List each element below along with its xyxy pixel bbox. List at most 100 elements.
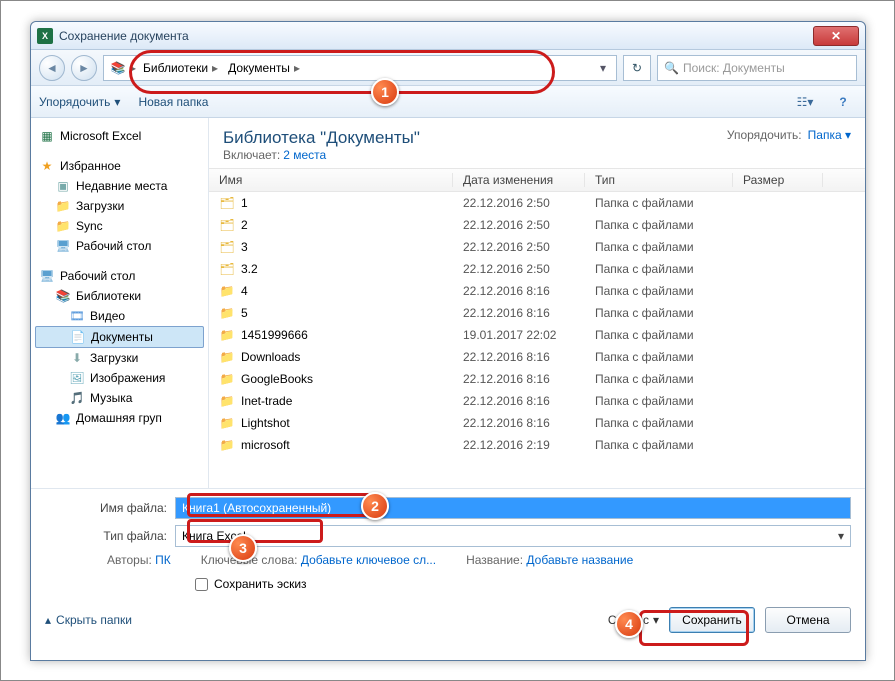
save-thumbnail-checkbox[interactable] — [195, 578, 208, 591]
file-date: 22.12.2016 8:16 — [463, 416, 595, 430]
sidebar-item-desktop[interactable]: 🖥 Рабочий стол — [35, 236, 204, 256]
desktop-icon: 🖥 — [55, 238, 71, 254]
file-type: Папка с файлами — [595, 240, 743, 254]
file-type: Папка с файлами — [595, 196, 743, 210]
file-row[interactable]: 📁microsoft22.12.2016 2:19Папка с файлами — [209, 434, 865, 456]
file-name: 3.2 — [241, 262, 463, 276]
file-row[interactable]: 📁422.12.2016 8:16Папка с файлами — [209, 280, 865, 302]
folder-icon: 📁 — [219, 393, 235, 409]
search-input[interactable]: 🔍 Поиск: Документы — [657, 55, 857, 81]
sidebar-item-music[interactable]: 🎵 Музыка — [35, 388, 204, 408]
file-row[interactable]: 🗂222.12.2016 2:50Папка с файлами — [209, 214, 865, 236]
sidebar-item-excel[interactable]: ▦ Microsoft Excel — [35, 126, 204, 146]
cancel-button[interactable]: Отмена — [765, 607, 851, 633]
file-list: 🗂122.12.2016 2:50Папка с файлами🗂222.12.… — [209, 192, 865, 488]
chevron-down-icon: ▾ — [838, 529, 844, 543]
sidebar-item-downloads2[interactable]: ⬇ Загрузки — [35, 348, 204, 368]
filename-input[interactable] — [175, 497, 851, 519]
search-placeholder: Поиск: Документы — [683, 61, 785, 75]
doc-title-value[interactable]: Добавьте название — [526, 553, 633, 567]
keywords-value[interactable]: Добавьте ключевое сл... — [301, 553, 436, 567]
file-name: GoogleBooks — [241, 372, 463, 386]
sidebar-item-homegroup[interactable]: 👥 Домашняя груп — [35, 408, 204, 428]
annotation-marker-2: 2 — [361, 492, 389, 520]
file-row[interactable]: 🗂3.222.12.2016 2:50Папка с файлами — [209, 258, 865, 280]
file-row[interactable]: 🗂122.12.2016 2:50Папка с файлами — [209, 192, 865, 214]
main-pane: Библиотека "Документы" Включает: 2 места… — [209, 118, 865, 488]
filename-label: Имя файла: — [45, 501, 175, 515]
file-type: Папка с файлами — [595, 218, 743, 232]
window-title: Сохранение документа — [59, 29, 813, 43]
file-row[interactable]: 📁Downloads22.12.2016 8:16Папка с файлами — [209, 346, 865, 368]
music-icon: 🎵 — [69, 390, 85, 406]
hide-folders-button[interactable]: ▴ Скрыть папки — [45, 613, 132, 627]
file-type: Папка с файлами — [595, 284, 743, 298]
file-row[interactable]: 📁Lightshot22.12.2016 8:16Папка с файлами — [209, 412, 865, 434]
sidebar-group-desktop[interactable]: 🖥 Рабочий стол — [35, 266, 204, 286]
toolbar: Упорядочить ▾ Новая папка ☷ ▾ ? — [31, 86, 865, 118]
folder-icon: 📁 — [219, 305, 235, 321]
help-button[interactable]: ? — [829, 91, 857, 113]
close-button[interactable]: ✕ — [813, 26, 859, 46]
sidebar-item-images[interactable]: 🖼 Изображения — [35, 368, 204, 388]
folder-icon: 📁 — [219, 327, 235, 343]
refresh-button[interactable]: ↻ — [623, 55, 651, 81]
sidebar-item-sync[interactable]: 📁 Sync — [35, 216, 204, 236]
authors-label: Авторы: — [107, 553, 152, 567]
folder-icon: 📁 — [219, 349, 235, 365]
titlebar: X Сохранение документа ✕ — [31, 22, 865, 50]
breadcrumb-item-libraries[interactable]: Библиотеки ▸ — [140, 61, 221, 75]
file-row[interactable]: 📁Inet-trade22.12.2016 8:16Папка с файлам… — [209, 390, 865, 412]
sort-value-link[interactable]: Папка ▾ — [808, 128, 851, 142]
file-date: 22.12.2016 2:50 — [463, 196, 595, 210]
sidebar-item-documents[interactable]: 📄 Документы — [35, 326, 204, 348]
chevron-down-icon: ▾ — [845, 128, 851, 142]
includes-label: Включает: — [223, 148, 280, 162]
sidebar-item-downloads[interactable]: 📁 Загрузки — [35, 196, 204, 216]
file-row[interactable]: 📁145199966619.01.2017 22:02Папка с файла… — [209, 324, 865, 346]
filetype-combo[interactable]: Книга Excel ▾ — [175, 525, 851, 547]
file-date: 22.12.2016 2:50 — [463, 218, 595, 232]
annotation-marker-4: 4 — [615, 610, 643, 638]
chevron-down-icon: ▾ — [114, 95, 120, 109]
authors-value[interactable]: ПК — [155, 553, 171, 567]
file-date: 22.12.2016 2:50 — [463, 240, 595, 254]
column-header-type[interactable]: Тип — [585, 173, 733, 187]
breadcrumb-bar[interactable]: 📚 ▸ Библиотеки ▸ Документы ▸ ▾ — [103, 55, 617, 81]
sidebar-item-video[interactable]: 🎞 Видео — [35, 306, 204, 326]
view-icon: ☷ — [797, 95, 808, 109]
folder-icon: 📁 — [55, 218, 71, 234]
file-row[interactable]: 🗂322.12.2016 2:50Папка с файлами — [209, 236, 865, 258]
arrow-left-icon: ◄ — [46, 61, 58, 75]
file-date: 22.12.2016 8:16 — [463, 284, 595, 298]
sidebar-item-libraries[interactable]: 📚 Библиотеки — [35, 286, 204, 306]
new-folder-button[interactable]: Новая папка — [138, 95, 208, 109]
file-date: 22.12.2016 8:16 — [463, 372, 595, 386]
column-header-size[interactable]: Размер — [733, 173, 823, 187]
doc-title-label: Название: — [466, 553, 523, 567]
file-type: Папка с файлами — [595, 372, 743, 386]
file-row[interactable]: 📁522.12.2016 8:16Папка с файлами — [209, 302, 865, 324]
recent-icon: ▣ — [55, 178, 71, 194]
breadcrumb-item-documents[interactable]: Документы ▸ — [225, 61, 303, 75]
view-options-button[interactable]: ☷ ▾ — [791, 91, 819, 113]
file-date: 22.12.2016 2:19 — [463, 438, 595, 452]
library-icon: 📚 — [110, 60, 126, 76]
folder-icon: 📁 — [219, 283, 235, 299]
back-button[interactable]: ◄ — [39, 55, 65, 81]
sidebar-item-recent[interactable]: ▣ Недавние места — [35, 176, 204, 196]
homegroup-icon: 👥 — [55, 410, 71, 426]
save-button[interactable]: Сохранить — [669, 607, 755, 633]
file-type: Папка с файлами — [595, 262, 743, 276]
file-row[interactable]: 📁GoogleBooks22.12.2016 8:16Папка с файла… — [209, 368, 865, 390]
breadcrumb-dropdown[interactable]: ▾ — [596, 61, 610, 75]
excel-icon: ▦ — [39, 128, 55, 144]
forward-button[interactable]: ► — [71, 55, 97, 81]
chevron-up-icon: ▴ — [45, 613, 51, 627]
column-header-date[interactable]: Дата изменения — [453, 173, 585, 187]
organize-button[interactable]: Упорядочить ▾ — [39, 95, 120, 109]
sidebar-group-favorites[interactable]: ★ Избранное — [35, 156, 204, 176]
column-header-name[interactable]: Имя — [209, 173, 453, 187]
includes-link[interactable]: 2 места — [283, 148, 326, 162]
file-name: Lightshot — [241, 416, 463, 430]
